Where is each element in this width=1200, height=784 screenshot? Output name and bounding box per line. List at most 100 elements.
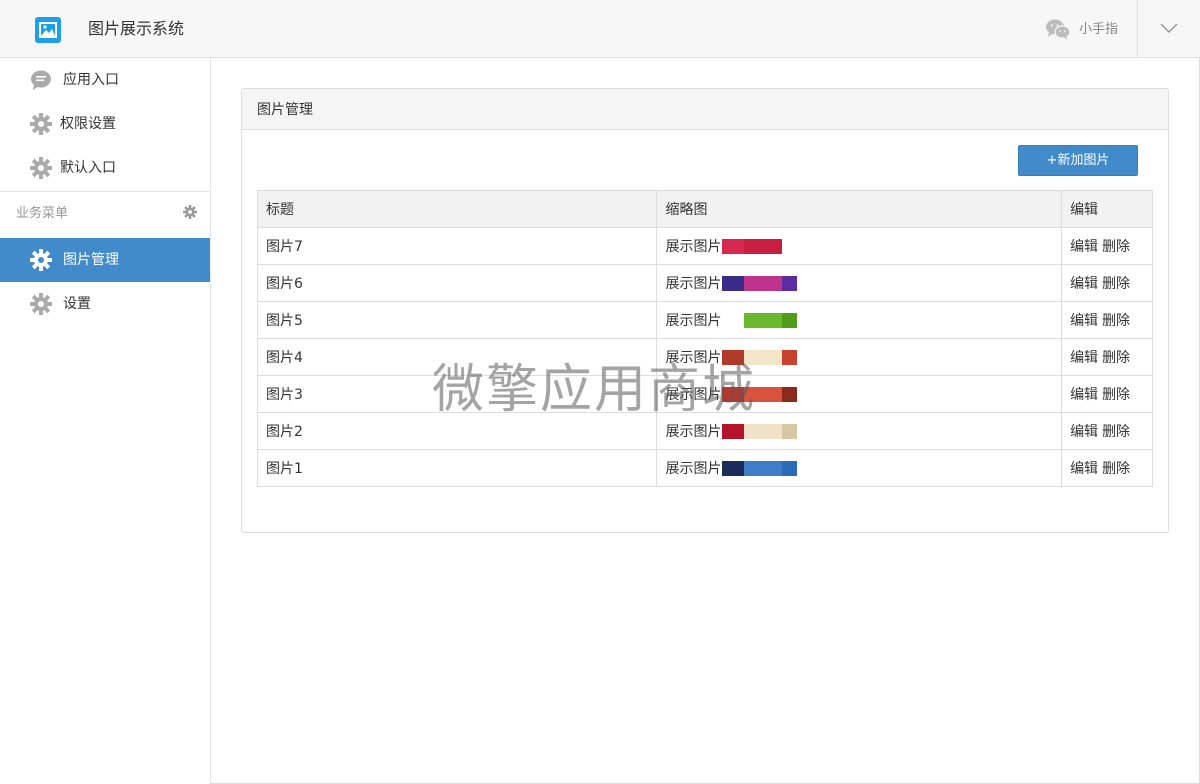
column-header-thumbnail: 缩略图 <box>656 190 1063 228</box>
sidebar-item-label: 设置 <box>63 296 91 312</box>
thumbnail-image[interactable] <box>722 460 798 476</box>
thumbnail-label: 展示图片 <box>665 313 722 329</box>
thumbnail-segment <box>782 460 798 476</box>
gear-icon <box>30 293 52 315</box>
table-row: 图片4 展示图片 编辑 删除 <box>256 338 1153 376</box>
sidebar-item-label: 权限设置 <box>60 116 116 132</box>
edit-link[interactable]: 编辑 <box>1070 461 1098 477</box>
edit-link[interactable]: 编辑 <box>1070 239 1098 255</box>
thumbnail-label: 展示图片 <box>665 424 722 440</box>
cell-actions: 编辑 删除 <box>1061 338 1153 376</box>
user-dropdown-toggle[interactable] <box>1138 0 1200 58</box>
delete-link[interactable]: 删除 <box>1102 313 1130 329</box>
chevron-down-icon <box>1160 23 1178 34</box>
thumbnail-segment <box>744 349 783 365</box>
cell-title: 图片5 <box>256 301 658 339</box>
sidebar-item-image-management[interactable]: 图片管理 <box>0 238 210 282</box>
thumbnail-segment <box>722 460 745 476</box>
user-name[interactable]: 小手指 <box>1079 20 1118 40</box>
table-row: 图片7 展示图片 编辑 删除 <box>256 227 1153 265</box>
sidebar-divider <box>0 191 210 192</box>
edit-link[interactable]: 编辑 <box>1070 313 1098 329</box>
thumbnail-segment <box>744 460 783 476</box>
sidebar-group-title: 业务菜单 <box>16 206 69 221</box>
thumbnail-wrap: 展示图片 <box>665 384 798 404</box>
thumbnail-segment <box>722 312 745 328</box>
cell-thumbnail: 展示图片 <box>656 412 1063 450</box>
delete-link[interactable]: 删除 <box>1102 387 1130 403</box>
thumbnail-image[interactable] <box>722 238 798 254</box>
cell-actions: 编辑 删除 <box>1061 412 1153 450</box>
cell-thumbnail: 展示图片 <box>656 264 1063 302</box>
delete-link[interactable]: 删除 <box>1102 276 1130 292</box>
thumbnail-wrap: 展示图片 <box>665 236 798 256</box>
top-header: 图片展示系统 小手指 <box>0 0 1200 58</box>
thumbnail-segment <box>782 349 798 365</box>
cell-thumbnail: 展示图片 <box>656 301 1063 339</box>
gear-icon <box>30 157 52 179</box>
cell-title: 图片4 <box>256 338 658 376</box>
sidebar-item-default-entry[interactable]: 默认入口 <box>0 146 210 190</box>
thumbnail-segment <box>782 423 798 439</box>
delete-link[interactable]: 删除 <box>1102 350 1130 366</box>
table-row: 图片2 展示图片 编辑 删除 <box>256 412 1153 450</box>
thumbnail-label: 展示图片 <box>665 350 722 366</box>
edit-link[interactable]: 编辑 <box>1070 424 1098 440</box>
table-row: 图片1 展示图片 编辑 删除 <box>256 449 1153 487</box>
edit-link[interactable]: 编辑 <box>1070 276 1098 292</box>
chat-bubble-icon <box>31 70 51 90</box>
group-settings-gear-icon[interactable] <box>183 205 197 219</box>
table-row: 图片3 展示图片 编辑 删除 <box>256 375 1153 413</box>
thumbnail-wrap: 展示图片 <box>665 273 798 293</box>
thumbnail-segment <box>744 275 783 291</box>
gear-icon <box>30 113 52 135</box>
sidebar-item-permissions[interactable]: 权限设置 <box>0 102 210 146</box>
thumbnail-segment <box>744 386 783 402</box>
cell-title: 图片6 <box>256 264 658 302</box>
cell-actions: 编辑 删除 <box>1061 264 1153 302</box>
cell-thumbnail: 展示图片 <box>656 449 1063 487</box>
cell-thumbnail: 展示图片 <box>656 227 1063 265</box>
cell-thumbnail: 展示图片 <box>656 338 1063 376</box>
edit-link[interactable]: 编辑 <box>1070 350 1098 366</box>
thumbnail-image[interactable] <box>722 386 798 402</box>
delete-link[interactable]: 删除 <box>1102 461 1130 477</box>
image-logo-icon <box>35 17 61 43</box>
image-table: 标题 缩略图 编辑 图片7 展示图片 编辑 删除 图片6 展示图片 编辑 删除 图片5 展示图片编… <box>256 190 1153 487</box>
table-row: 图片5 展示图片 编辑 删除 <box>256 301 1153 339</box>
delete-link[interactable]: 删除 <box>1102 424 1130 440</box>
sidebar-item-label: 图片管理 <box>63 252 119 268</box>
thumbnail-wrap: 展示图片 <box>665 458 798 478</box>
thumbnail-segment <box>744 423 783 439</box>
thumbnail-segment <box>722 349 745 365</box>
cell-actions: 编辑 删除 <box>1061 227 1153 265</box>
thumbnail-segment <box>782 312 798 328</box>
thumbnail-segment <box>722 386 745 402</box>
gear-icon <box>30 249 52 271</box>
thumbnail-segment <box>782 386 798 402</box>
thumbnail-segment <box>782 275 798 291</box>
thumbnail-wrap: 展示图片 <box>665 421 798 441</box>
cell-thumbnail: 展示图片 <box>656 375 1063 413</box>
delete-link[interactable]: 删除 <box>1102 239 1130 255</box>
thumbnail-label: 展示图片 <box>665 387 722 403</box>
thumbnail-image[interactable] <box>722 423 798 439</box>
table-header-row: 标题 缩略图 编辑 <box>256 190 1153 228</box>
thumbnail-wrap: 展示图片 <box>665 347 798 367</box>
column-header-title: 标题 <box>256 190 658 228</box>
edit-link[interactable]: 编辑 <box>1070 387 1098 403</box>
panel-header: 图片管理 <box>242 89 1168 130</box>
add-image-button[interactable]: +新加图片 <box>1018 145 1138 176</box>
thumbnail-segment <box>782 238 798 254</box>
thumbnail-image[interactable] <box>722 349 798 365</box>
sidebar-item-settings[interactable]: 设置 <box>0 282 210 326</box>
wechat-icon <box>1045 18 1071 40</box>
cell-title: 图片1 <box>256 449 658 487</box>
thumbnail-segment <box>744 312 783 328</box>
thumbnail-label: 展示图片 <box>665 239 722 255</box>
app-title: 图片展示系统 <box>88 19 185 38</box>
thumbnail-image[interactable] <box>722 275 798 291</box>
sidebar-item-app-entry[interactable]: 应用入口 <box>0 58 210 102</box>
thumbnail-image[interactable] <box>722 312 798 328</box>
thumbnail-segment <box>722 275 745 291</box>
